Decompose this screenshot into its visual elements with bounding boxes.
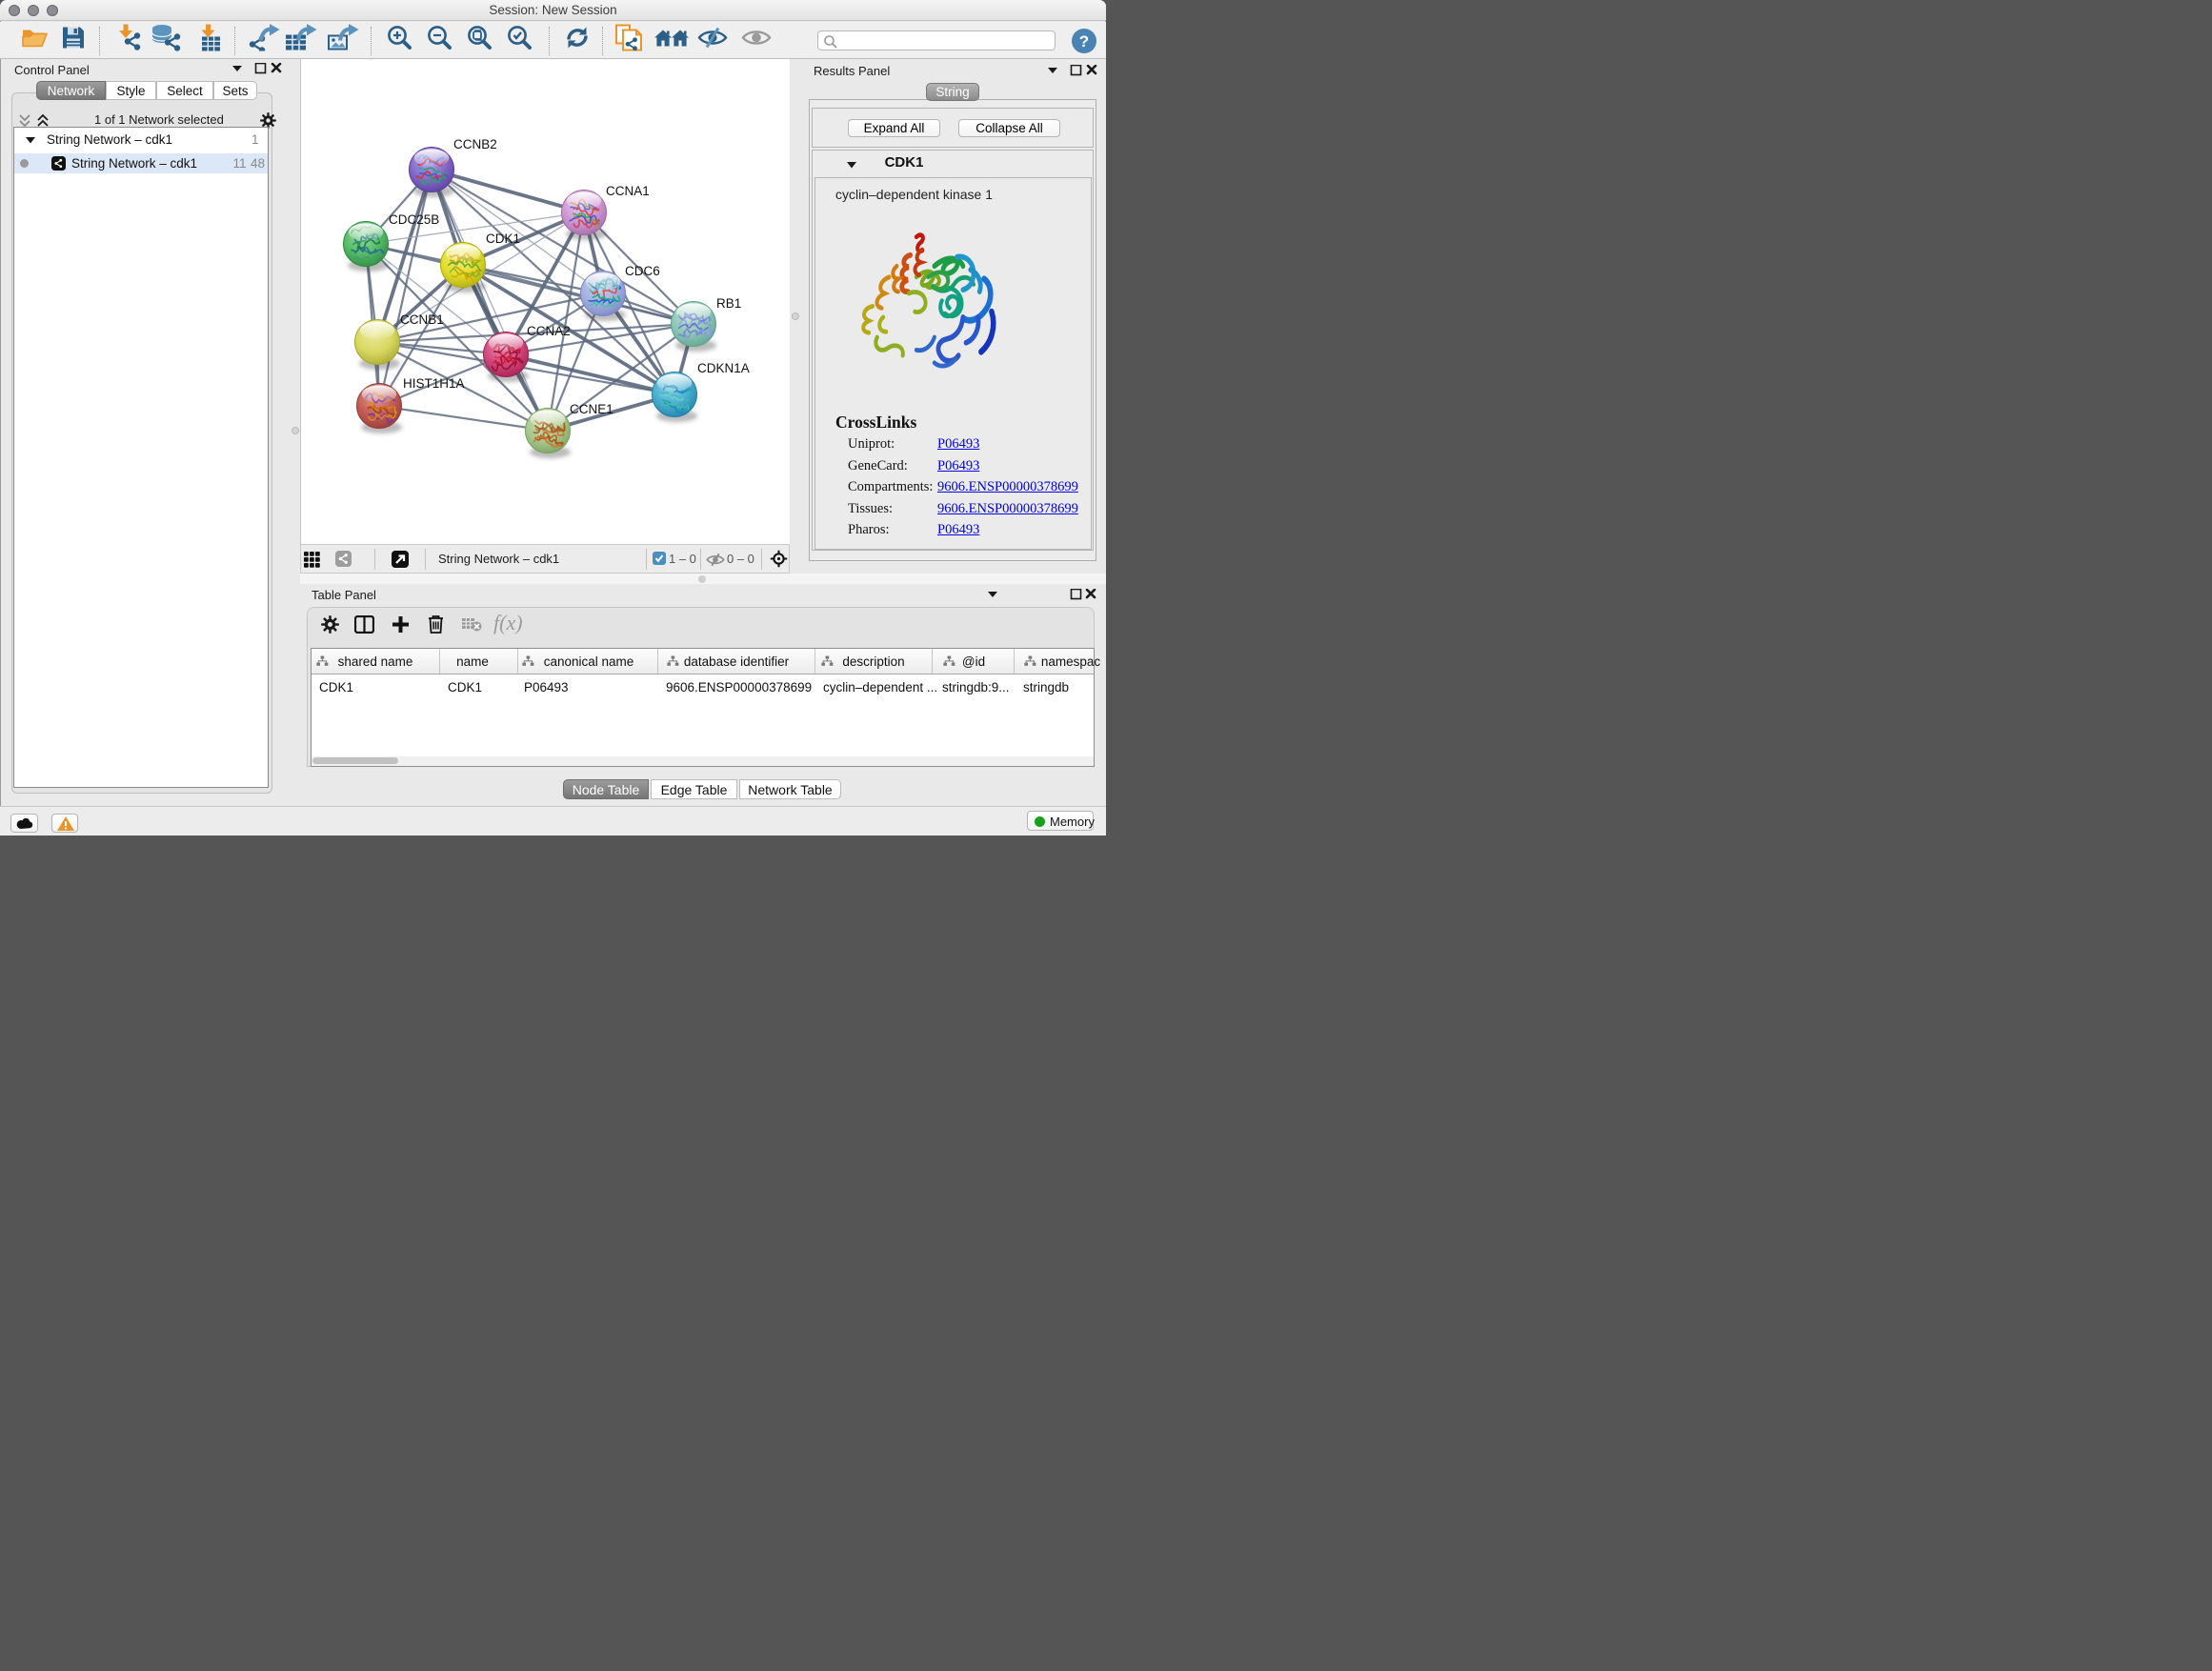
svg-text:CCNB2: CCNB2: [453, 137, 497, 151]
svg-text:CDC25B: CDC25B: [389, 212, 439, 227]
svg-text:CCNA2: CCNA2: [527, 324, 571, 338]
svg-text:CCNA1: CCNA1: [606, 184, 650, 198]
svg-text:CDKN1A: CDKN1A: [697, 361, 750, 375]
svg-text:CCNB1: CCNB1: [400, 312, 444, 327]
svg-text:?: ?: [1079, 32, 1089, 50]
svg-text:CDK1: CDK1: [486, 232, 520, 246]
svg-text:HIST1H1A: HIST1H1A: [403, 376, 465, 391]
svg-text:CCNE1: CCNE1: [570, 402, 613, 416]
svg-text:RB1: RB1: [716, 296, 741, 311]
svg-text:CDC6: CDC6: [625, 264, 660, 278]
